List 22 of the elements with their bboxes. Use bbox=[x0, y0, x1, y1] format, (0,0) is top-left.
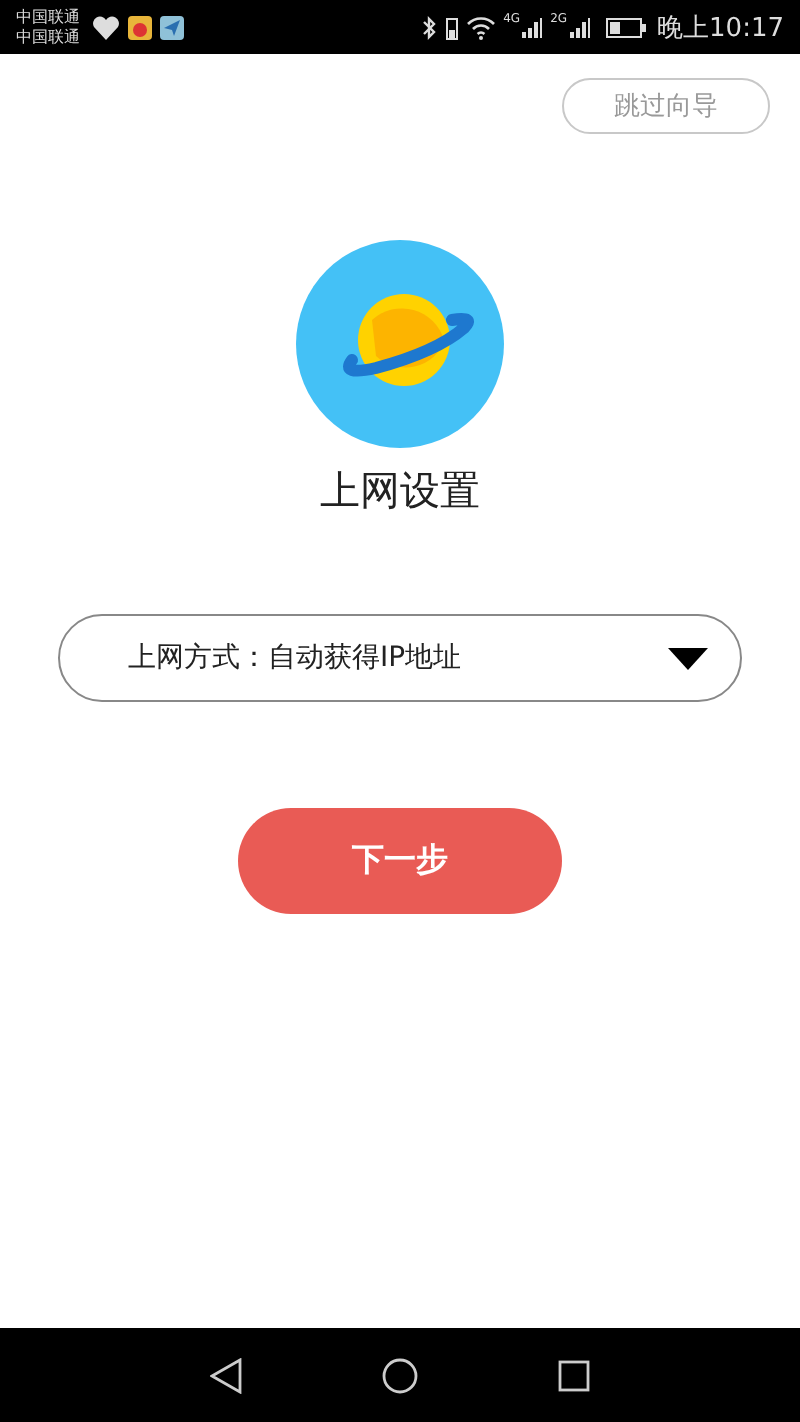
skip-button[interactable]: 跳过向导 bbox=[562, 78, 770, 134]
page-title: 上网设置 bbox=[320, 464, 480, 518]
connection-type-dropdown[interactable]: 上网方式：自动获得IP地址 bbox=[58, 614, 742, 702]
send-icon bbox=[160, 15, 184, 39]
app-icon bbox=[128, 15, 152, 39]
back-icon[interactable] bbox=[210, 1357, 242, 1393]
heart-icon bbox=[92, 15, 120, 39]
dropdown-value: 上网方式：自动获得IP地址 bbox=[128, 640, 462, 676]
battery-small-icon bbox=[445, 15, 458, 39]
planet-logo-icon bbox=[296, 240, 504, 448]
wifi-icon bbox=[465, 15, 496, 39]
signal-icon bbox=[522, 17, 543, 37]
next-button[interactable]: 下一步 bbox=[238, 808, 562, 914]
home-icon[interactable] bbox=[382, 1357, 418, 1393]
dropdown-arrow-icon bbox=[668, 647, 708, 669]
signal-icon bbox=[569, 17, 590, 37]
carrier-name: 中国联通 bbox=[16, 27, 80, 47]
bluetooth-icon bbox=[421, 15, 438, 39]
battery-icon bbox=[605, 17, 646, 37]
recents-icon[interactable] bbox=[558, 1359, 590, 1391]
clock-time: 晚上10:17 bbox=[657, 11, 784, 45]
carrier-name: 中国联通 bbox=[16, 7, 80, 27]
